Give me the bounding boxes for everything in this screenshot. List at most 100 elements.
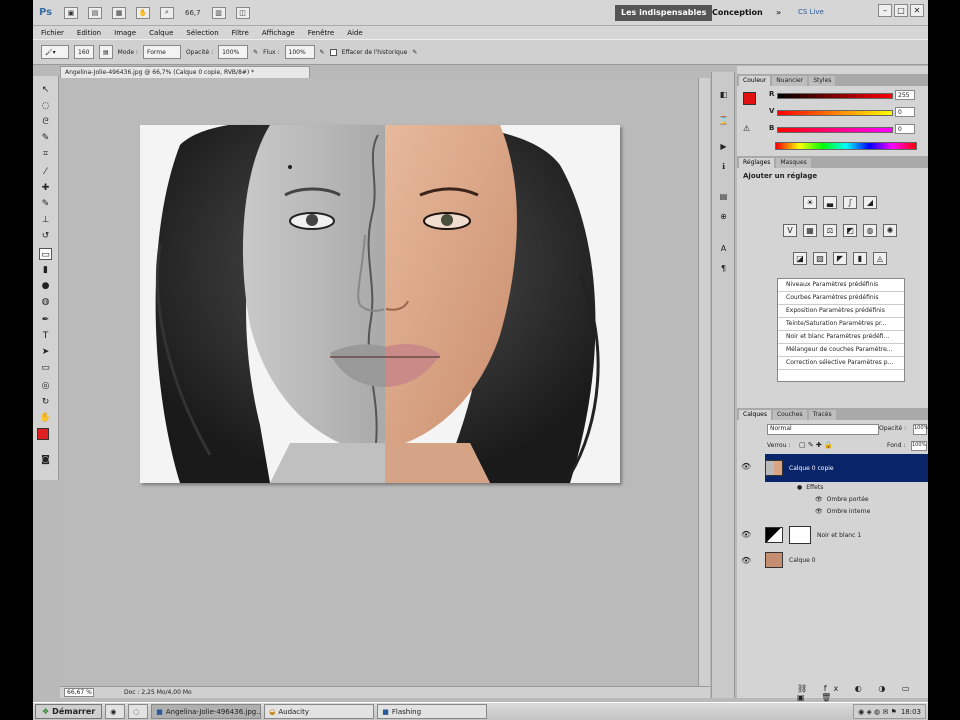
preset-levels[interactable]: Niveaux Paramètres prédéfinis	[778, 279, 904, 292]
tab-channels[interactable]: Couches	[772, 410, 807, 420]
layer-effects-row[interactable]: ● Effets	[797, 484, 928, 491]
hand-tool-icon[interactable]: ✋	[39, 412, 52, 424]
hue-saturation-icon[interactable]: ▦	[803, 224, 817, 237]
menu-select[interactable]: Sélection	[186, 29, 218, 37]
color-balance-icon[interactable]: ⚖	[823, 224, 837, 237]
firefox-quicklaunch-icon[interactable]: ◉	[105, 704, 126, 719]
character-panel-icon[interactable]: A	[717, 244, 730, 255]
menu-filter[interactable]: Filtre	[232, 29, 249, 37]
brightness-icon[interactable]: ☀	[803, 196, 817, 209]
history-panel-icon[interactable]: ⌛	[717, 116, 730, 127]
eraser-tool-icon[interactable]: ▭	[39, 248, 52, 260]
eyedropper-tool-icon[interactable]: ⁄	[39, 166, 52, 178]
workspace-design[interactable]: Conception	[706, 5, 769, 21]
tab-layers[interactable]: Calques	[739, 410, 771, 420]
vertical-scrollbar[interactable]	[698, 78, 710, 686]
layer-row[interactable]: Calque 0 copie	[765, 460, 928, 476]
flow-field[interactable]: 100%	[284, 45, 315, 59]
quick-select-tool-icon[interactable]: ✎	[39, 132, 52, 144]
layer-row[interactable]: Noir et blanc 1	[765, 526, 928, 544]
workspace-essentials[interactable]: Les indispensables	[615, 5, 713, 21]
info-panel-icon[interactable]: ℹ	[717, 162, 730, 173]
visibility-eye-icon[interactable]: 👁	[741, 462, 751, 471]
quick-mask-icon[interactable]: ◙	[39, 454, 52, 466]
layer-opacity-field[interactable]: 100%	[913, 424, 928, 435]
maximize-icon[interactable]: □	[894, 4, 908, 17]
menu-edit[interactable]: Edition	[77, 29, 101, 37]
channel-mixer-icon[interactable]: ✺	[883, 224, 897, 237]
brush-panel-icon[interactable]: ▤	[99, 45, 113, 59]
menu-layer[interactable]: Calque	[149, 29, 173, 37]
brush-size-picker[interactable]: 160	[74, 45, 94, 59]
paragraph-panel-icon[interactable]: ¶	[717, 264, 730, 275]
path-select-tool-icon[interactable]: ➤	[39, 346, 52, 358]
tab-masks[interactable]: Masques	[776, 158, 811, 168]
preset-selective-color[interactable]: Correction sélective Paramètres p...	[778, 357, 904, 370]
menu-window[interactable]: Fenêtre	[308, 29, 334, 37]
foreground-color-swatch[interactable]	[37, 428, 49, 440]
visibility-eye-icon[interactable]: 👁	[741, 556, 751, 565]
pressure-opacity-icon[interactable]: ✎	[253, 49, 258, 56]
tool-preset-picker[interactable]: 🖌▾	[41, 45, 69, 59]
close-icon[interactable]: ✕	[910, 4, 924, 17]
shape-tool-icon[interactable]: ▭	[39, 362, 52, 374]
lasso-tool-icon[interactable]: ᘓ	[39, 116, 52, 128]
preset-curves[interactable]: Courbes Paramètres prédéfinis	[778, 292, 904, 305]
stamp-tool-icon[interactable]: ⊥	[39, 214, 52, 226]
effect-eye-icon[interactable]: 👁	[815, 508, 823, 515]
pressure-size-icon[interactable]: ✎	[412, 49, 417, 56]
layer-effect-row[interactable]: 👁 Ombre portée	[815, 496, 928, 503]
tab-color[interactable]: Couleur	[739, 76, 771, 86]
tab-styles[interactable]: Styles	[809, 76, 836, 86]
vibrance-icon[interactable]: V	[783, 224, 797, 237]
invert-icon[interactable]: ◪	[793, 252, 807, 265]
zoom-level[interactable]: 66,7	[185, 9, 201, 17]
red-slider[interactable]	[777, 93, 893, 99]
preset-hue-saturation[interactable]: Teinte/Saturation Paramètres pr...	[778, 318, 904, 331]
blur-tool-icon[interactable]: ●	[39, 280, 52, 292]
effect-eye-icon[interactable]: 👁	[815, 496, 823, 503]
actions-panel-icon[interactable]: ▶	[717, 142, 730, 153]
menu-image[interactable]: Image	[114, 29, 136, 37]
menu-help[interactable]: Aide	[347, 29, 362, 37]
fill-field[interactable]: 100%	[911, 441, 927, 451]
tray-icons[interactable]: ◉ ◈ ◍ ✉ ⚑	[858, 708, 897, 716]
brush-tool-icon[interactable]: ✎	[39, 198, 52, 210]
opacity-field[interactable]: 100%	[218, 45, 249, 59]
green-value[interactable]: 0	[895, 107, 915, 117]
minibridge-icon[interactable]: ▤	[88, 6, 102, 19]
exposure-icon[interactable]: ◢	[863, 196, 877, 209]
healing-tool-icon[interactable]: ✚	[39, 182, 52, 194]
bridge-icon[interactable]: ▣	[64, 6, 78, 19]
blue-value[interactable]: 0	[895, 124, 915, 134]
workspace-more[interactable]: »	[770, 5, 787, 21]
preset-exposure[interactable]: Exposition Paramètres prédéfinis	[778, 305, 904, 318]
gradient-tool-icon[interactable]: ▮	[39, 264, 52, 276]
move-tool-icon[interactable]: ↖	[39, 84, 52, 96]
hand-icon[interactable]: ✋	[136, 6, 150, 19]
history-brush-tool-icon[interactable]: ↺	[39, 230, 52, 242]
posterize-icon[interactable]: ▨	[813, 252, 827, 265]
document-tab[interactable]: Angelina-Jolie-496436.jpg @ 66,7% (Calqu…	[60, 66, 310, 78]
mini-bridge-icon[interactable]: ◧	[717, 90, 730, 101]
taskbar-item-photoshop[interactable]: ■ Angelina-Jolie-496436.jpg...	[151, 704, 262, 719]
zoom-field[interactable]: 66,67 %	[64, 688, 94, 697]
black-white-icon[interactable]: ◩	[843, 224, 857, 237]
layers-footer-icons[interactable]: ⛓ fx ◐ ◑ ▭ ▣ 🗑	[797, 684, 928, 702]
threshold-icon[interactable]: ◤	[833, 252, 847, 265]
mode-select[interactable]: Forme	[142, 45, 181, 59]
visibility-eye-icon[interactable]: 👁	[741, 530, 751, 539]
taskbar-item-flashing[interactable]: ■ Flashing	[377, 704, 488, 719]
cs-live-link[interactable]: CS Live	[798, 8, 824, 16]
curves-icon[interactable]: ∫	[843, 196, 857, 209]
red-value[interactable]: 255	[895, 90, 915, 100]
tab-paths[interactable]: Tracés	[808, 410, 836, 420]
blend-mode-select[interactable]: Normal	[767, 424, 879, 435]
minimize-icon[interactable]: –	[878, 4, 892, 17]
selective-color-icon[interactable]: ◬	[873, 252, 887, 265]
document-image[interactable]	[140, 125, 620, 483]
gradient-map-icon[interactable]: ▮	[853, 252, 867, 265]
airbrush-icon[interactable]: ✎	[320, 49, 325, 56]
type-tool-icon[interactable]: T	[39, 330, 52, 342]
photo-filter-icon[interactable]: ◍	[863, 224, 877, 237]
